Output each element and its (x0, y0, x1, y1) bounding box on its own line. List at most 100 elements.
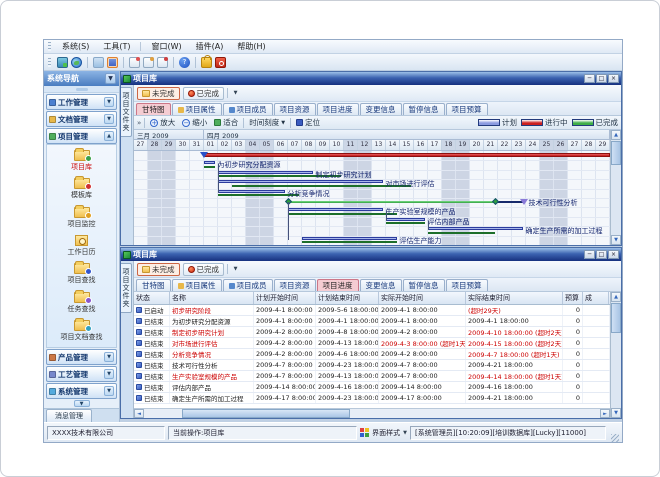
globe-icon[interactable] (71, 57, 82, 68)
scroll-thumb[interactable] (182, 409, 350, 418)
filter-button-unfinished[interactable]: 未完成 (137, 263, 180, 276)
maximize-icon[interactable]: □ (596, 74, 607, 83)
minimize-icon[interactable]: ─ (584, 74, 595, 83)
tab-message-management[interactable]: 消息管理 (46, 409, 92, 422)
column-header[interactable]: 名称 (170, 292, 254, 304)
scroll-up-icon[interactable]: ▲ (611, 292, 621, 302)
tab-project-folder[interactable]: 项目文件夹 (121, 87, 132, 137)
table-window-titlebar[interactable]: 项目库 ─ □ × (121, 248, 621, 261)
sidebar-section-system[interactable]: 系统管理▼ (46, 383, 117, 399)
column-header[interactable]: 实际结束时间 (466, 292, 563, 304)
exit-icon[interactable] (215, 57, 226, 68)
tab-2[interactable]: 项目成员 (223, 103, 273, 115)
sidebar-item-selected[interactable]: 项目库 (47, 147, 116, 175)
chevron-up-icon[interactable]: ▲ (104, 131, 114, 141)
folder-icon[interactable] (93, 57, 104, 68)
style-selector[interactable]: 界面样式 (372, 428, 400, 438)
tab-1[interactable]: 项目属性 (172, 103, 222, 115)
minimize-icon[interactable]: ─ (584, 250, 595, 259)
maximize-icon[interactable]: □ (596, 250, 607, 259)
scroll-up-icon[interactable]: ▲ (611, 130, 621, 140)
scroll-down-icon[interactable]: ▼ (611, 235, 621, 245)
column-header[interactable]: 计划结束时间 (316, 292, 379, 304)
save-icon[interactable] (107, 57, 118, 68)
column-header[interactable]: 计划开始时间 (254, 292, 316, 304)
fit-button[interactable]: 适合 (212, 117, 240, 128)
tab-7[interactable]: 项目预算 (446, 279, 488, 291)
scroll-thumb[interactable] (611, 141, 621, 165)
tab-7[interactable]: 项目预算 (446, 103, 488, 115)
sidebar-section-process[interactable]: 工艺管理▼ (46, 366, 117, 382)
zoom-in-button[interactable]: +放大 (148, 117, 177, 128)
table-row[interactable]: 已结束评估内部产品2009-4-14 8:00:002009-4-16 18:0… (134, 382, 610, 393)
overflow-chevron-icon[interactable]: » (137, 119, 141, 127)
column-header[interactable]: 实际开始时间 (379, 292, 466, 304)
tab-1[interactable]: 项目属性 (172, 279, 222, 291)
table-row[interactable]: 已结束确定生产所需的加工过程2009-4-17 8:00:002009-4-23… (134, 393, 610, 404)
chevron-down-icon[interactable]: ▼ (104, 114, 114, 124)
tab-0[interactable]: 甘特图 (136, 103, 171, 115)
doc2-icon[interactable] (143, 57, 154, 68)
sidebar-collapse-strip[interactable] (44, 86, 119, 93)
tab-4[interactable]: 项目进度 (317, 279, 359, 291)
doc1-icon[interactable] (129, 57, 140, 68)
filter-button-unfinished[interactable]: 未完成 (137, 87, 180, 100)
sidebar-section-product[interactable]: 产品管理▼ (46, 349, 117, 365)
doc3-icon[interactable] (157, 57, 168, 68)
menu-item[interactable]: 帮助(H) (231, 40, 271, 53)
scroll-right-icon[interactable]: ► (600, 409, 610, 418)
scroll-left-icon[interactable]: ◄ (134, 409, 144, 418)
sidebar-section-project[interactable]: 项目管理▲ (46, 128, 117, 144)
pin-icon[interactable]: ▼ (105, 73, 116, 84)
sidebar-item-entry[interactable]: 项目监控 (47, 204, 116, 232)
gantt-chart[interactable]: 为初步研究分配资源制定初步研究计划对市场进行评估分析竞争情况技术可行性分析生产实… (134, 151, 610, 245)
menu-item[interactable]: 插件(A) (190, 40, 230, 53)
column-header[interactable]: 状态 (134, 292, 170, 304)
table-row[interactable]: 已结束分析竞争情况2009-4-2 8:00:002009-4-6 18:00:… (134, 349, 610, 360)
filter-button-finished[interactable]: 已完成 (183, 87, 225, 100)
chevron-down-icon[interactable]: ▼ (231, 264, 240, 275)
zoom-out-button[interactable]: −缩小 (180, 117, 209, 128)
chevron-down-icon[interactable]: ▼ (104, 386, 114, 396)
tab-0[interactable]: 甘特图 (136, 279, 171, 291)
tab-2[interactable]: 项目成员 (223, 279, 273, 291)
tab-4[interactable]: 项目进度 (317, 103, 359, 115)
chevron-down-icon[interactable]: ▼ (403, 430, 407, 436)
scroll-down-icon[interactable]: ▼ (611, 408, 621, 418)
table-row[interactable]: 已结束生产实验室规模的产品2009-4-7 8:00:002009-4-13 1… (134, 371, 610, 382)
sidebar-item-entry[interactable]: 项目查找 (47, 260, 116, 288)
tab-6[interactable]: 暂停信息 (403, 103, 445, 115)
chevron-down-icon[interactable]: ▼ (104, 97, 114, 107)
locate-button[interactable]: 定位 (294, 117, 322, 128)
chevron-down-icon[interactable]: ▼ (74, 400, 90, 407)
column-header[interactable]: 成 (583, 292, 609, 304)
resize-grip[interactable] (611, 434, 619, 442)
table-row[interactable]: 已启动初步研究阶段2009-4-1 8:00:002009-5-6 18:00:… (134, 305, 610, 316)
sidebar-section-work[interactable]: 工作管理▼ (46, 94, 117, 110)
gantt-vscrollbar[interactable]: ▲ ▼ (610, 130, 621, 245)
chevron-down-icon[interactable]: ▼ (104, 369, 114, 379)
time-scale-button[interactable]: 时间刻度▼ (247, 117, 287, 128)
table-row[interactable]: 已结束技术可行性分析2009-4-7 8:00:002009-4-23 18:0… (134, 360, 610, 371)
close-icon[interactable]: × (608, 74, 619, 83)
gantt-window-titlebar[interactable]: 项目库 ─ □ × (121, 72, 621, 85)
sidebar-item-entry[interactable]: 任务查找 (47, 288, 116, 316)
table-row[interactable]: 已结束制定初步研究计划2009-4-2 8:00:002009-4-8 18:0… (134, 327, 610, 338)
table-row[interactable]: 已结束对市场进行评估2009-4-2 8:00:002009-4-13 18:0… (134, 338, 610, 349)
chevron-down-icon[interactable]: ▼ (104, 352, 114, 362)
sidebar-section-doc[interactable]: 文档管理▼ (46, 111, 117, 127)
tab-project-folder[interactable]: 项目文件夹 (121, 263, 132, 313)
sidebar-item-entry[interactable]: 工作日历 (47, 232, 116, 260)
table-vscrollbar[interactable]: ▲ ▼ (610, 292, 621, 418)
filter-button-finished[interactable]: 已完成 (183, 263, 225, 276)
lock-icon[interactable] (201, 57, 212, 68)
menu-item[interactable]: 窗口(W) (145, 40, 187, 53)
menu-item[interactable]: 系统(S) (56, 40, 95, 53)
sidebar-overflow[interactable]: ▼ (44, 399, 119, 408)
column-header[interactable]: 预算 (563, 292, 583, 304)
sidebar-item-entry[interactable]: 模板库 (47, 175, 116, 203)
monitor-icon[interactable] (57, 57, 68, 68)
menu-item[interactable]: 工具(T) (97, 40, 136, 53)
table-row[interactable]: 已结束为初步研究分配资源2009-4-1 8:00:002009-4-1 18:… (134, 316, 610, 327)
help-icon[interactable] (179, 57, 190, 68)
